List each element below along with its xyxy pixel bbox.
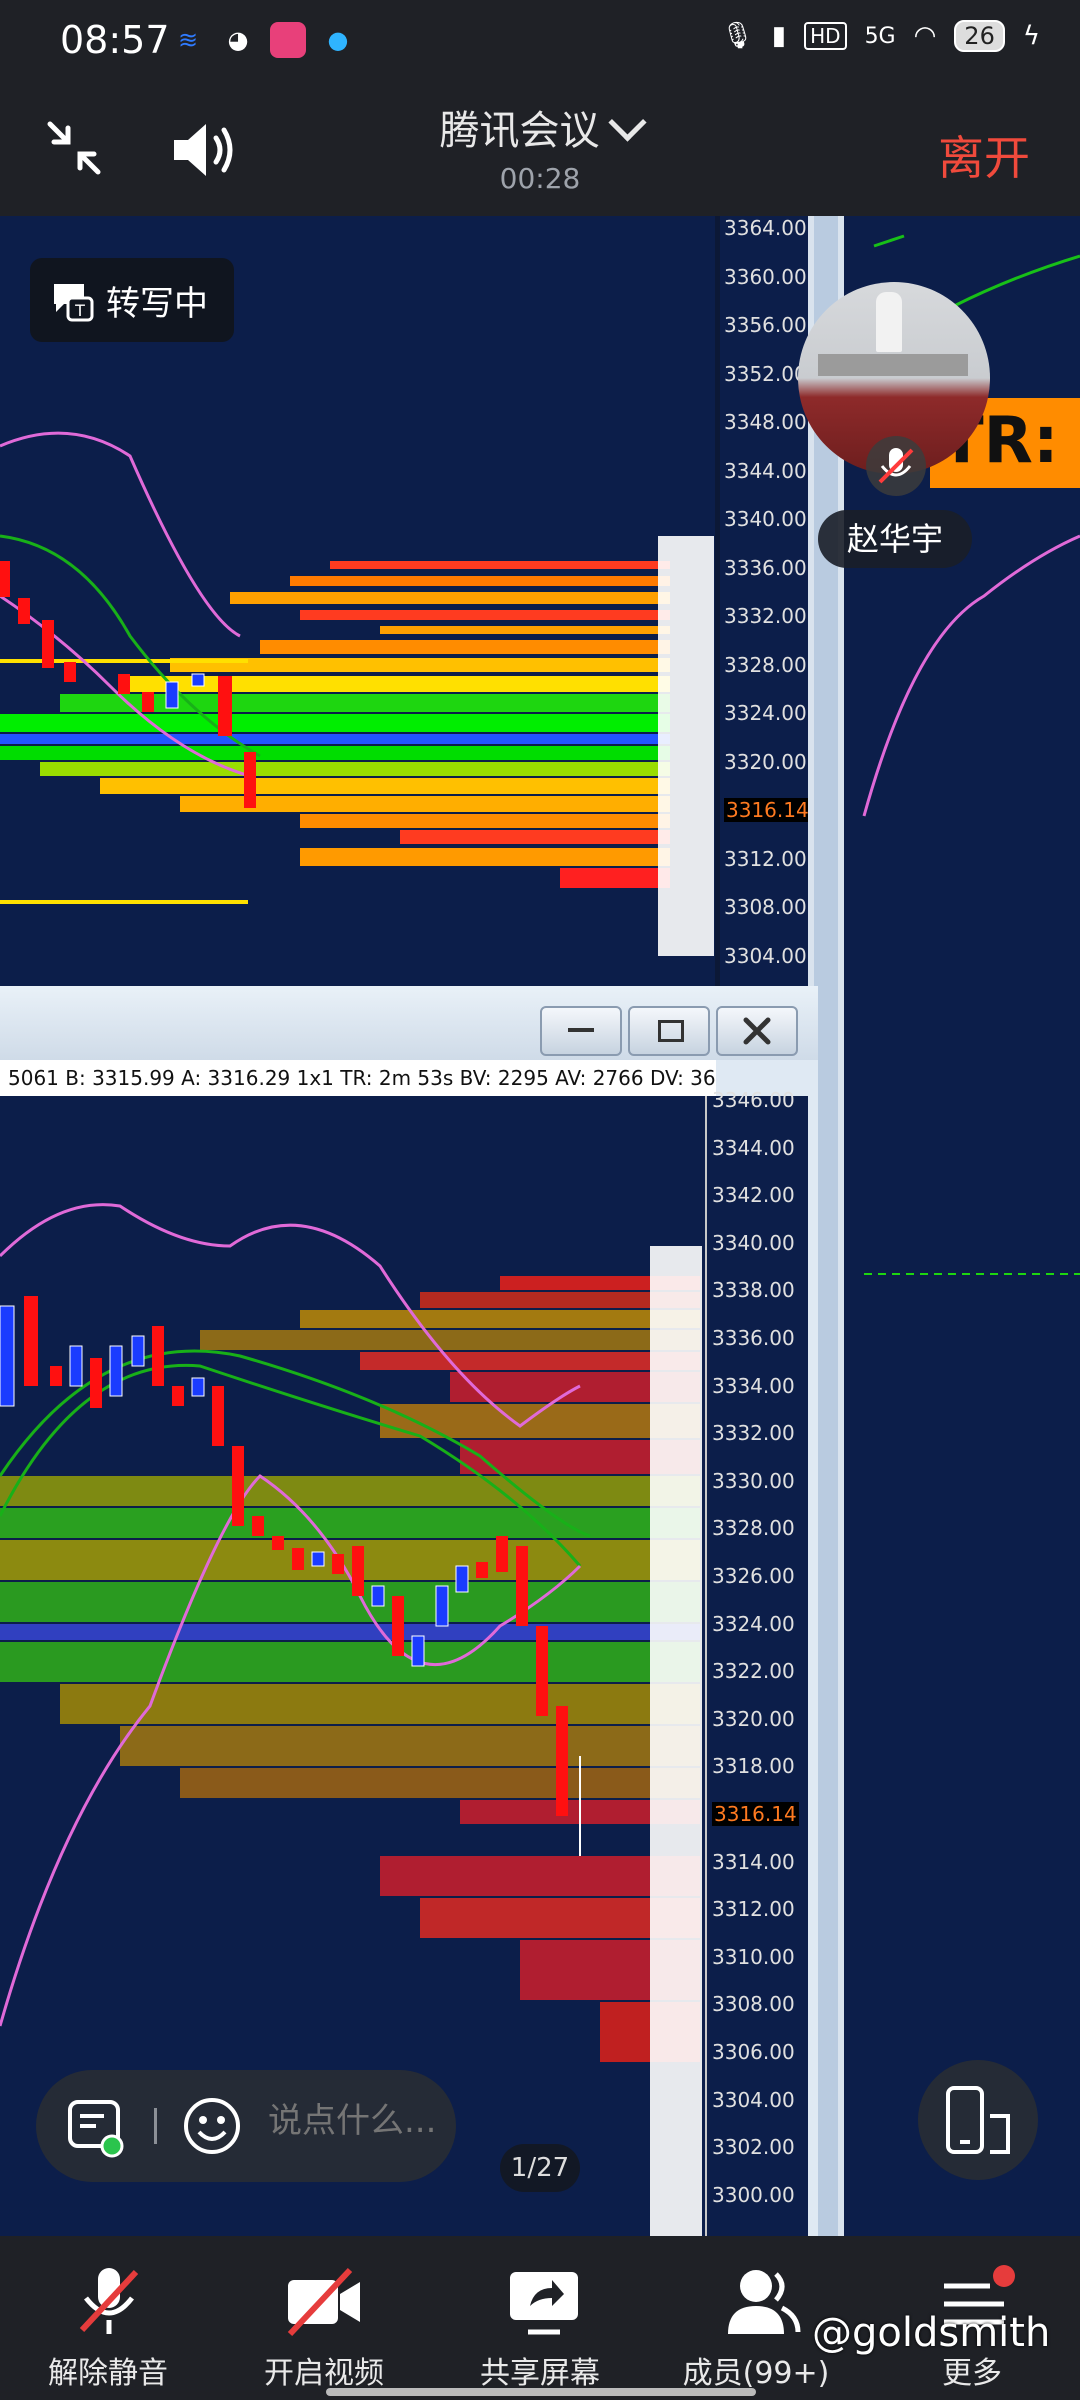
- transcribe-icon: T: [54, 284, 94, 322]
- qq-icon: ●: [327, 26, 349, 54]
- price-tick: 3310.00: [712, 1944, 795, 1969]
- share-screen-icon: [510, 2272, 578, 2335]
- meeting-top-bar: 腾讯会议 00:28 离开: [0, 84, 1080, 216]
- chat-input[interactable]: [266, 2100, 450, 2142]
- transcription-label: 转写中: [106, 283, 208, 324]
- status-bar: 08:57 ≋ ◕ ● 🎙 ▮ HD 5G ◠ 26 ϟ: [0, 0, 1080, 84]
- chart-window: 5061 B: 3315.99 A: 3316.29 1x1 TR: 2m 53…: [0, 986, 818, 2236]
- window-info-line: 5061 B: 3315.99 A: 3316.29 1x1 TR: 2m 53…: [0, 1060, 716, 1096]
- price-tick: 3340.00: [724, 507, 807, 531]
- price-tick: 3364.00: [724, 216, 807, 240]
- window-maximize-button[interactable]: [628, 1006, 710, 1056]
- close-icon: [743, 1017, 771, 1045]
- price-tick: 3356.00: [724, 313, 807, 337]
- price-tick: 3324.00: [712, 1611, 795, 1636]
- participant-name: 赵华宇: [818, 510, 972, 568]
- price-tick: 3340.00: [712, 1230, 795, 1255]
- transcription-badge[interactable]: T 转写中: [30, 258, 234, 342]
- maximize-glyph-icon: [658, 1020, 684, 1042]
- start-video-button[interactable]: 开启视频: [224, 2236, 424, 2400]
- price-tick: 3308.00: [712, 1992, 795, 2017]
- wechat-icon: ◕: [227, 26, 249, 54]
- mic-muted-icon: [866, 436, 926, 496]
- emoji-icon[interactable]: [182, 2096, 242, 2156]
- share-screen-button[interactable]: 共享屏幕: [440, 2236, 640, 2400]
- price-tick: 3360.00: [724, 264, 807, 289]
- chat-bar: [36, 2070, 456, 2182]
- price-tick: 3336.00: [712, 1326, 795, 1350]
- hd-badge: HD: [804, 22, 847, 50]
- watermark: @goldsmith: [812, 2310, 1051, 2356]
- bottom-chart-graphic: [0, 1096, 707, 2236]
- price-tick: 3330.00: [712, 1468, 795, 1493]
- notification-icons: ≋ ◕ ●: [170, 22, 356, 58]
- charging-icon: ϟ: [1022, 21, 1040, 51]
- window-minimize-button[interactable]: [540, 1006, 622, 1056]
- home-indicator[interactable]: [326, 2388, 756, 2396]
- price-tick: 3304.00: [712, 2087, 795, 2112]
- wifi-icon: ◠: [913, 21, 937, 51]
- price-tick: 3332.00: [724, 604, 807, 628]
- price-tick: 3332.00: [712, 1421, 795, 1446]
- meeting-timer: 00:28: [499, 162, 581, 195]
- app-badge-icon: [270, 22, 306, 58]
- minimize-glyph-icon: [568, 1028, 594, 1032]
- battery-indicator: 26: [954, 20, 1005, 52]
- price-tick: 3328.00: [724, 652, 807, 677]
- mic-off-icon: [79, 2268, 139, 2334]
- share-screen-label: 共享屏幕: [480, 2356, 600, 2391]
- price-tick: 3344.00: [724, 458, 807, 483]
- meeting-title[interactable]: 腾讯会议: [0, 98, 1080, 156]
- price-tick: 3338.00: [712, 1278, 795, 1303]
- price-tick: 3348.00: [724, 410, 807, 434]
- price-tick: 3324.00: [724, 701, 807, 725]
- meeting-title-text: 腾讯会议: [439, 108, 600, 154]
- price-tick: 3346.00: [712, 1088, 795, 1112]
- bottom-chart-panel: 3346.00 3344.00 3342.00 3340.00 3338.00 3336.…: [0, 1088, 808, 2236]
- rotate-screen-button[interactable]: [918, 2060, 1038, 2180]
- bollinger-upper: [0, 431, 241, 638]
- vibrate-icon: ▮: [771, 21, 787, 51]
- message-list-icon[interactable]: [66, 2098, 126, 2158]
- price-tick: 3300.00: [712, 2182, 795, 2207]
- start-video-label: 开启视频: [264, 2356, 384, 2391]
- camera-off-icon: [287, 2267, 360, 2337]
- current-price-label: 3316.14: [712, 1802, 799, 1826]
- price-tick: 3312.00: [724, 846, 807, 871]
- price-tick: 3302.00: [712, 2135, 795, 2160]
- unmute-button[interactable]: 解除静音: [8, 2236, 208, 2400]
- window-titlebar: [0, 986, 818, 1060]
- members-icon: [728, 2270, 801, 2334]
- price-tick: 3320.00: [724, 749, 807, 774]
- price-tick: 3314.00: [712, 1849, 795, 1874]
- mic-indicator-icon: 🎙: [720, 21, 754, 51]
- price-tick: 3306.00: [712, 2040, 795, 2064]
- chevron-down-icon: [607, 103, 647, 142]
- price-tick: 3344.00: [712, 1135, 795, 1160]
- unmute-label: 解除静音: [48, 2356, 168, 2391]
- price-tick: 3304.00: [724, 943, 807, 968]
- signal-label: 5G: [864, 23, 896, 49]
- price-tick: 3318.00: [712, 1754, 795, 1779]
- price-tick: 3312.00: [712, 1897, 795, 1922]
- clock: 08:57: [60, 18, 170, 62]
- price-tick: 3328.00: [712, 1516, 795, 1541]
- price-tick: 3334.00: [712, 1373, 795, 1398]
- app-notification-icon: ≋: [177, 26, 199, 54]
- price-tick: 3322.00: [712, 1659, 795, 1684]
- window-close-button[interactable]: [716, 1006, 798, 1056]
- svg-text:T: T: [74, 301, 85, 320]
- price-tick: 3342.00: [712, 1183, 795, 1208]
- leave-button[interactable]: 离开: [938, 122, 1030, 188]
- price-tick: 3352.00: [724, 361, 807, 386]
- price-tick: 3320.00: [712, 1706, 795, 1731]
- page-indicator: 1/27: [500, 2144, 580, 2192]
- price-tick: 3308.00: [724, 895, 807, 919]
- current-price-label: 3316.14: [724, 798, 811, 822]
- price-tick: 3336.00: [724, 555, 807, 580]
- phone-rotate-icon: [946, 2086, 1010, 2154]
- price-tick: 3326.00: [712, 1564, 795, 1588]
- system-icons: 🎙 ▮ HD 5G ◠ 26 ϟ: [721, 20, 1040, 52]
